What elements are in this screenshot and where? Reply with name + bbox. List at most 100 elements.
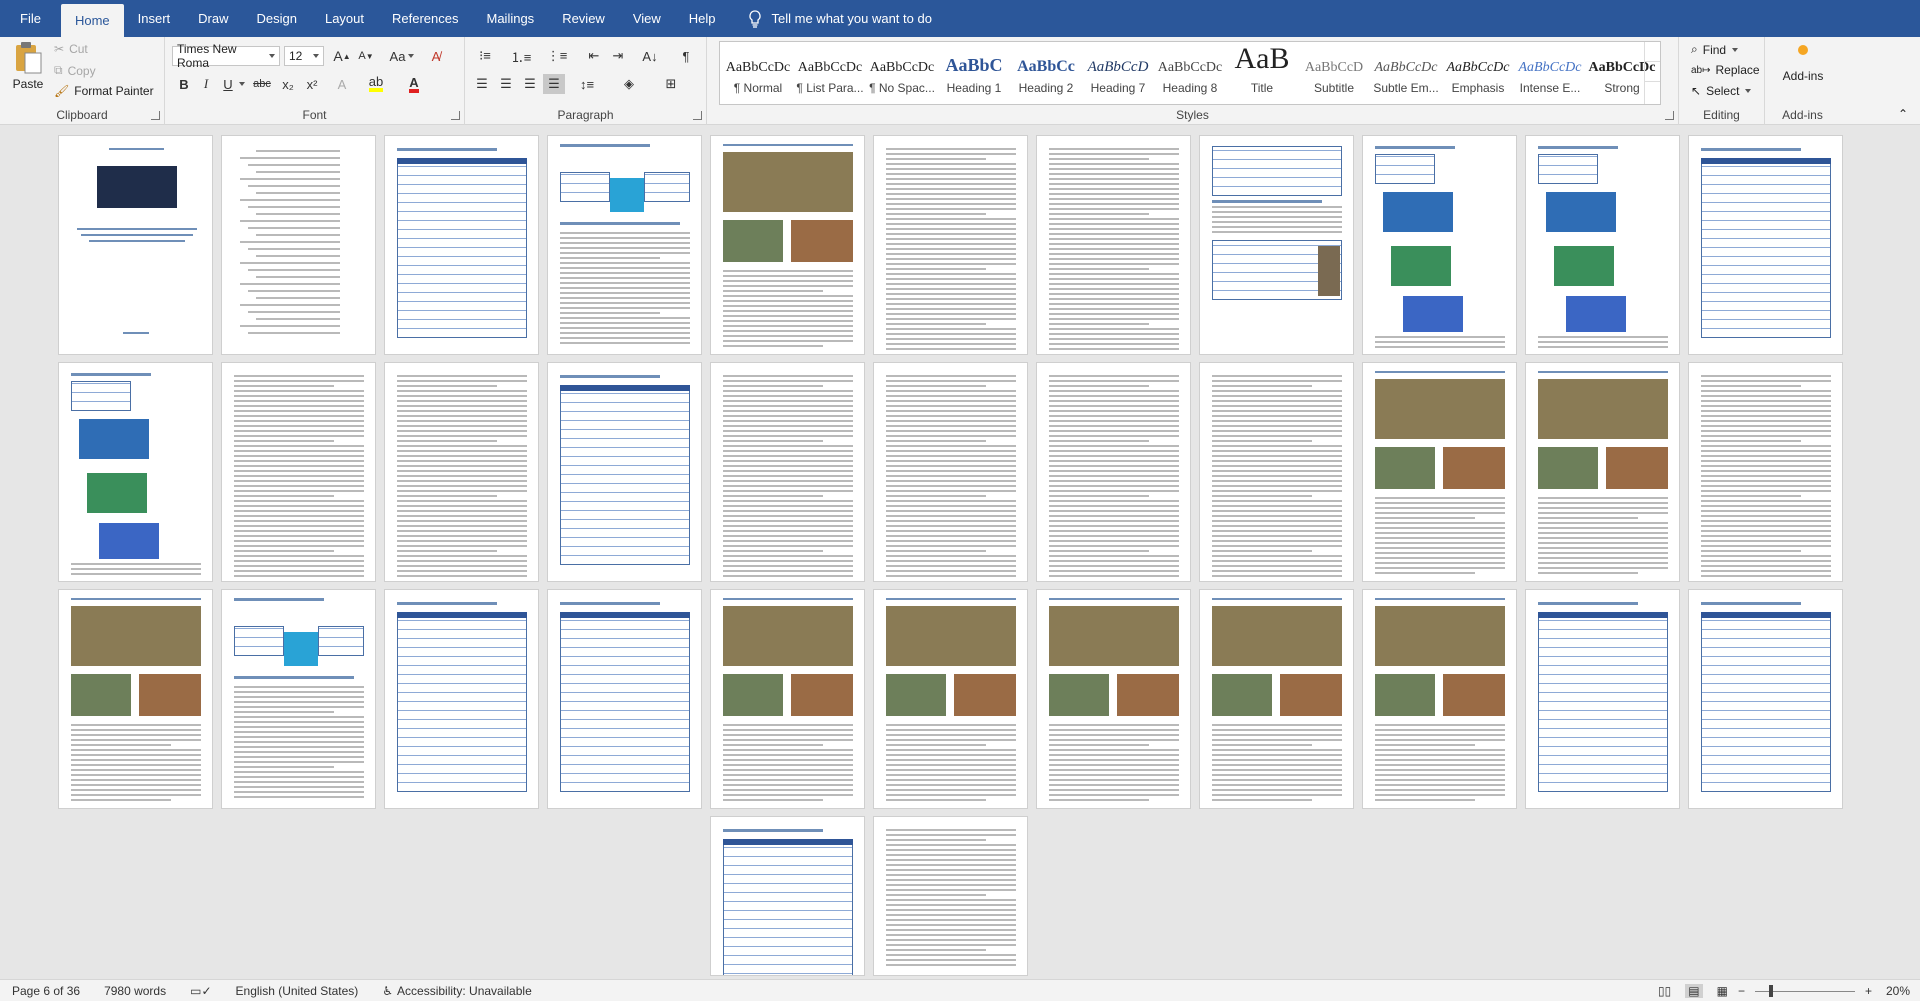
paste-button[interactable]: Paste — [8, 41, 48, 103]
zoom-out-button[interactable]: − — [1738, 984, 1745, 998]
page-thumbnail[interactable] — [1199, 589, 1354, 809]
tab-view[interactable]: View — [619, 0, 675, 37]
style-no-spacing[interactable]: AaBbCcDc ¶ No Spac... — [866, 42, 938, 104]
tab-help[interactable]: Help — [675, 0, 730, 37]
page-thumbnail[interactable] — [1525, 362, 1680, 582]
page-thumbnail[interactable] — [1525, 135, 1680, 355]
accessibility-indicator[interactable]: ♿ Accessibility: Unavailable — [382, 984, 532, 998]
tab-draw[interactable]: Draw — [184, 0, 242, 37]
page-thumbnail[interactable] — [547, 589, 702, 809]
styles-gallery-scroll[interactable] — [1644, 42, 1660, 104]
page-thumbnail[interactable] — [1688, 589, 1843, 809]
page-thumbnail[interactable] — [221, 135, 376, 355]
style-heading-1[interactable]: AaBbC Heading 1 — [938, 42, 1010, 104]
multilevel-list-button[interactable]: ⋮≡ — [543, 46, 571, 66]
page-thumbnail[interactable] — [873, 135, 1028, 355]
tab-file[interactable]: File — [0, 0, 61, 37]
page-thumbnail[interactable] — [710, 816, 865, 976]
page-thumbnail[interactable] — [1362, 589, 1517, 809]
page-thumbnail[interactable] — [384, 135, 539, 355]
page-thumbnail[interactable] — [58, 362, 213, 582]
page-thumbnail[interactable] — [1036, 589, 1191, 809]
text-effects-button[interactable]: A — [331, 74, 353, 94]
style-title[interactable]: AaB Title — [1226, 42, 1298, 104]
page-thumbnail[interactable] — [384, 362, 539, 582]
page-thumbnail[interactable] — [873, 362, 1028, 582]
more-styles-icon[interactable] — [1645, 82, 1660, 102]
page-thumbnail[interactable] — [873, 589, 1028, 809]
copy-button[interactable]: ⧉ Copy — [54, 63, 96, 78]
line-spacing-button[interactable]: ↕≡ — [573, 74, 601, 94]
replace-button[interactable]: ab↦ Replace — [1691, 63, 1760, 77]
zoom-in-button[interactable]: + — [1865, 984, 1872, 998]
decrease-indent-button[interactable]: ⇤ — [583, 46, 605, 66]
page-thumbnail[interactable] — [1199, 362, 1354, 582]
change-case-button[interactable]: Aa — [387, 46, 417, 66]
page-thumbnail[interactable] — [873, 816, 1028, 976]
align-center-button[interactable]: ☰ — [495, 74, 517, 94]
font-color-button[interactable]: A — [403, 74, 425, 94]
tab-insert[interactable]: Insert — [124, 0, 185, 37]
sort-button[interactable]: A↓ — [639, 46, 661, 66]
page-thumbnail[interactable] — [384, 589, 539, 809]
styles-dialog-launcher[interactable] — [1665, 111, 1674, 120]
shading-button[interactable]: ◈ — [615, 74, 643, 94]
style-subtitle[interactable]: AaBbCcD Subtitle — [1298, 42, 1370, 104]
collapse-ribbon-button[interactable]: ⌃ — [1898, 107, 1908, 121]
paragraph-dialog-launcher[interactable] — [693, 111, 702, 120]
style-heading-2[interactable]: AaBbCc Heading 2 — [1010, 42, 1082, 104]
word-count[interactable]: 7980 words — [104, 984, 166, 998]
read-mode-icon[interactable]: ▯▯ — [1658, 984, 1671, 998]
tab-home[interactable]: Home — [60, 4, 124, 37]
font-size-combo[interactable]: 12 — [284, 46, 324, 66]
underline-dropdown[interactable] — [235, 74, 245, 94]
page-thumbnail[interactable] — [710, 362, 865, 582]
tab-design[interactable]: Design — [243, 0, 311, 37]
bold-button[interactable]: B — [173, 74, 195, 94]
page-thumbnail[interactable] — [1688, 135, 1843, 355]
subscript-button[interactable]: x₂ — [277, 74, 299, 94]
chevron-down-icon[interactable] — [1645, 62, 1660, 82]
page-thumbnail[interactable] — [1036, 135, 1191, 355]
zoom-slider-thumb[interactable] — [1768, 984, 1773, 997]
highlight-color-button[interactable]: ab — [365, 74, 387, 94]
borders-button[interactable]: ⊞ — [657, 74, 685, 94]
strikethrough-button[interactable]: abc — [249, 74, 275, 94]
page-thumbnail[interactable] — [547, 135, 702, 355]
font-name-combo[interactable]: Times New Roma — [172, 42, 280, 70]
page-thumbnail[interactable] — [1362, 362, 1517, 582]
page-thumbnail[interactable] — [1199, 135, 1354, 355]
increase-indent-button[interactable]: ⇥ — [607, 46, 629, 66]
proofing-icon[interactable]: ▭✓ — [190, 984, 211, 998]
select-button[interactable]: ↖ Select — [1691, 84, 1752, 98]
italic-button[interactable]: I — [195, 74, 217, 94]
page-thumbnail[interactable] — [547, 362, 702, 582]
tell-me-search[interactable]: Tell me what you want to do — [730, 0, 932, 37]
show-hide-button[interactable]: ¶ — [675, 46, 697, 66]
clipboard-dialog-launcher[interactable] — [151, 111, 160, 120]
page-thumbnail[interactable] — [1525, 589, 1680, 809]
page-thumbnail[interactable] — [1688, 362, 1843, 582]
page-thumbnail[interactable] — [1036, 362, 1191, 582]
page-thumbnail[interactable] — [710, 589, 865, 809]
style-heading-8[interactable]: AaBbCcDc Heading 8 — [1154, 42, 1226, 104]
bullets-button[interactable]: ⁝≡ — [471, 46, 499, 66]
align-left-button[interactable]: ☰ — [471, 74, 493, 94]
page-thumbnail[interactable] — [58, 589, 213, 809]
tab-review[interactable]: Review — [548, 0, 619, 37]
style-list-paragraph[interactable]: AaBbCcDc ¶ List Para... — [794, 42, 866, 104]
justify-button[interactable]: ☰ — [543, 74, 565, 94]
print-layout-icon[interactable]: ▤ — [1685, 984, 1703, 998]
style-heading-7[interactable]: AaBbCcD Heading 7 — [1082, 42, 1154, 104]
web-layout-icon[interactable]: ▦ — [1717, 984, 1728, 998]
page-thumbnail[interactable] — [1362, 135, 1517, 355]
numbering-button[interactable]: ⒈≡ — [507, 46, 535, 66]
align-right-button[interactable]: ☰ — [519, 74, 541, 94]
page-thumbnail[interactable] — [221, 362, 376, 582]
language-indicator[interactable]: English (United States) — [236, 984, 359, 998]
page-thumbnail[interactable] — [710, 135, 865, 355]
grow-font-button[interactable]: A ▲ — [331, 46, 353, 66]
font-dialog-launcher[interactable] — [451, 111, 460, 120]
tab-layout[interactable]: Layout — [311, 0, 378, 37]
style-subtle-emphasis[interactable]: AaBbCcDc Subtle Em... — [1370, 42, 1442, 104]
